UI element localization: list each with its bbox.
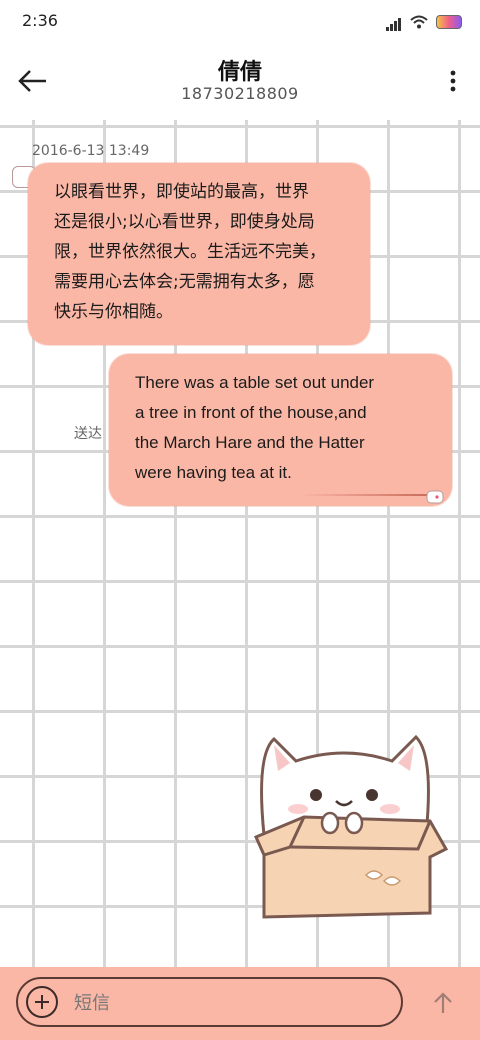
message-line: 还是很小;以心看世界，即使身处局 — [54, 212, 315, 232]
message-line: 需要用心去体会;无需拥有太多，愿 — [54, 272, 315, 292]
delivery-status: 送达 — [74, 426, 102, 442]
bubble-cat-icon — [426, 490, 444, 504]
message-input-container — [16, 977, 403, 1027]
battery-icon — [436, 14, 462, 29]
outgoing-message-bubble[interactable]: There was a table set out under a tree i… — [109, 354, 452, 506]
more-vert-icon[interactable] — [446, 64, 460, 98]
plus-circle-icon[interactable] — [26, 986, 58, 1018]
incoming-message-bubble[interactable]: 以眼看世界，即使站的最高，世界 还是很小;以心看世界，即使身处局 限，世界依然很… — [28, 163, 370, 345]
message-line: 以眼看世界，即使站的最高，世界 — [54, 182, 309, 202]
status-icons — [386, 12, 462, 31]
contact-number: 18730218809 — [181, 84, 299, 103]
signal-icon — [386, 12, 402, 31]
composer-bar — [0, 967, 480, 1040]
bubble-decoration-line — [299, 494, 434, 496]
conversation-header: 倩倩 18730218809 — [0, 44, 480, 120]
status-bar: 2:36 — [0, 0, 480, 44]
cat-in-box-sticker — [254, 734, 449, 919]
send-arrow-up-icon[interactable] — [432, 991, 454, 1015]
message-timestamp: 2016-6-13 13:49 — [32, 143, 150, 159]
wifi-icon — [410, 15, 428, 28]
status-time: 2:36 — [22, 11, 58, 30]
message-line: 快乐与你相随。 — [54, 302, 173, 322]
message-line: the March Hare and the Hatter — [135, 433, 365, 452]
message-line: There was a table set out under — [135, 373, 375, 392]
message-input[interactable] — [72, 988, 376, 1018]
contact-name: 倩倩 — [217, 60, 262, 85]
message-line: a tree in front of the house,and — [135, 403, 367, 422]
message-line: were having tea at it. — [135, 463, 292, 482]
message-line: 限，世界依然很大。生活远不完美， — [54, 242, 326, 262]
